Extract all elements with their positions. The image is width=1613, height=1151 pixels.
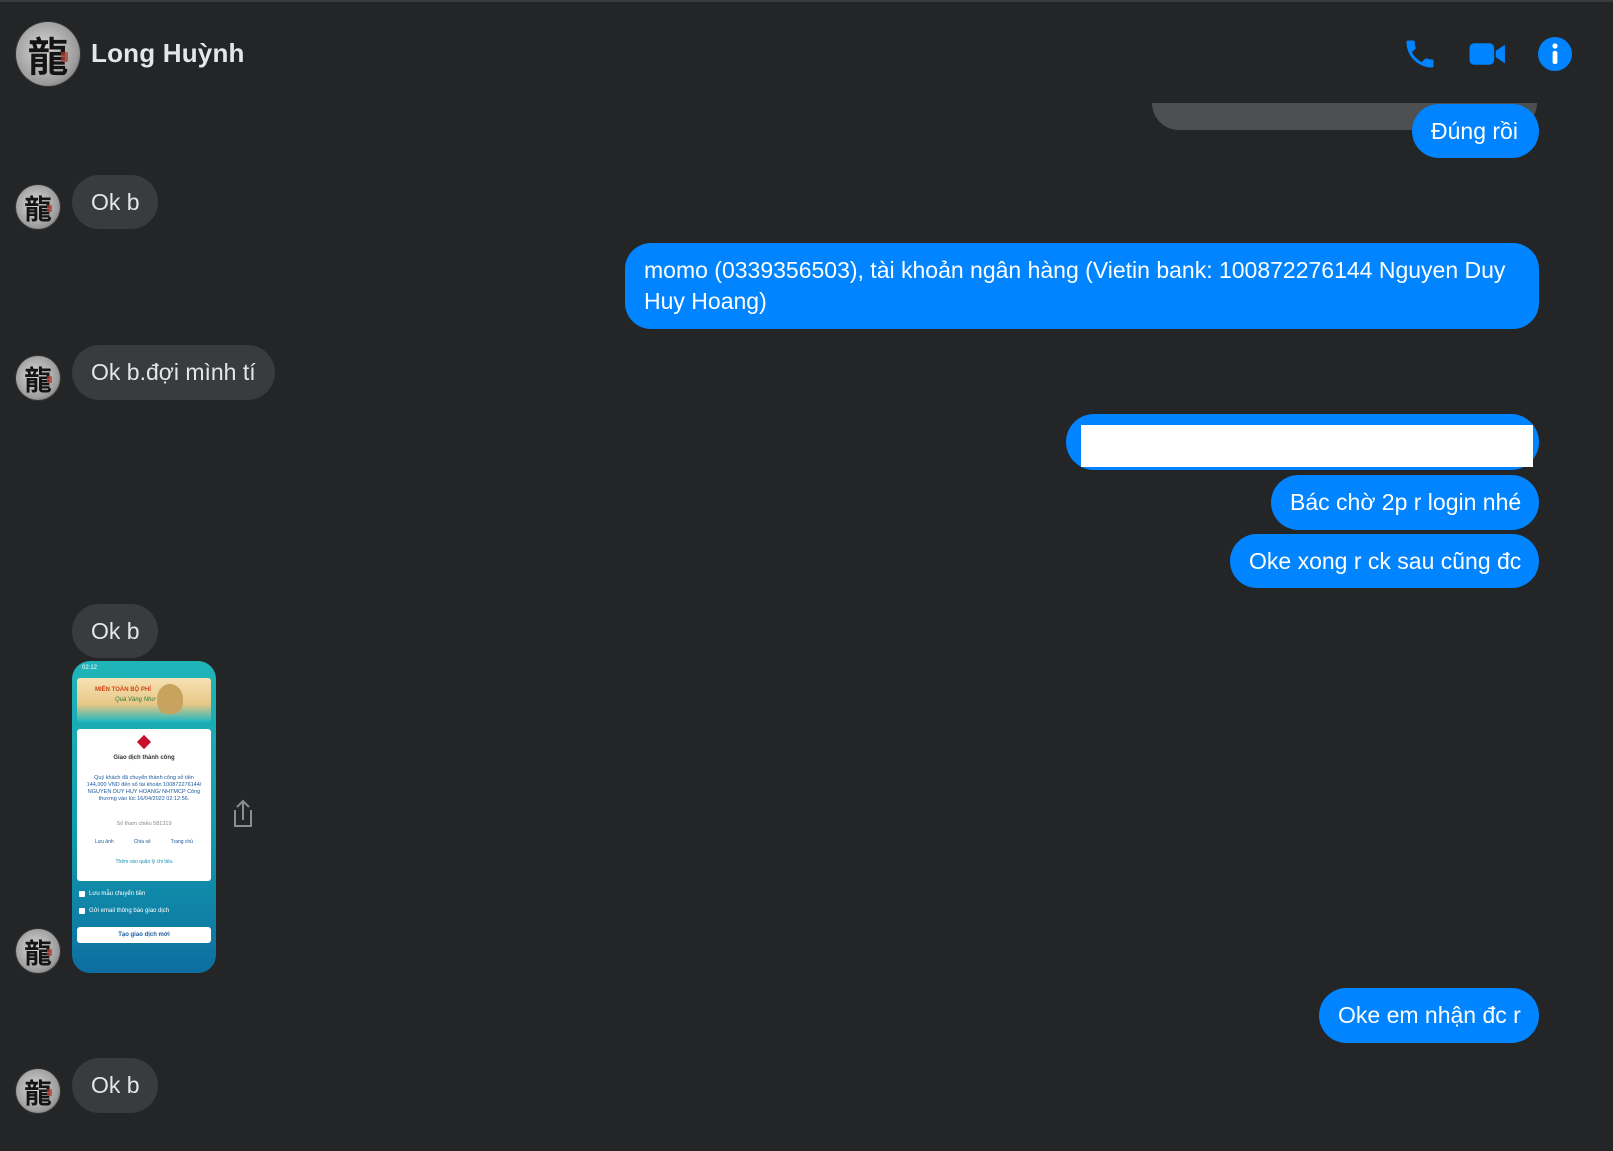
message-bubble-outgoing[interactable]: momo (0339356503), tài khoản ngân hàng (… [625,243,1539,329]
chat-header: 龍 Long Huỳnh [0,2,1613,102]
checkbox-icon [79,908,85,914]
contact-avatar-small[interactable]: 龍 [16,929,60,973]
message-bubble-incoming[interactable]: Ok b [72,175,158,229]
phone-icon[interactable] [1400,34,1440,74]
share-icon[interactable] [230,798,256,830]
redaction-block [1081,425,1533,467]
contact-name[interactable]: Long Huỳnh [91,38,245,69]
piggy-bank-illustration [157,684,183,714]
contact-avatar-small[interactable]: 龍 [16,356,60,400]
contact-avatar-small[interactable]: 龍 [16,1069,60,1113]
message-bubble-outgoing[interactable]: Oke xong r ck sau cũng đc [1230,534,1539,588]
new-transaction-button: Tạo giao dịch mới [77,927,211,943]
message-bubble-incoming[interactable]: Ok b [72,1058,158,1113]
message-line: momo (0339356503), tài khoản ngân hàng (… [644,257,1506,283]
contact-avatar-small[interactable]: 龍 [16,185,60,229]
checkbox-icon [79,891,85,897]
message-bubble-outgoing[interactable]: Oke em nhận đc r [1319,988,1539,1043]
message-bubble-outgoing[interactable]: Bác chờ 2p r login nhé [1271,475,1539,530]
info-icon[interactable] [1535,34,1575,74]
video-camera-icon[interactable] [1468,34,1508,74]
contact-avatar[interactable]: 龍 [16,22,80,86]
phone-status-time: 02:12 [82,665,98,671]
message-bubble-outgoing[interactable]: Đúng rồi [1412,104,1539,158]
receipt-image-attachment[interactable]: 02:12 MIỄN TOÀN BỘ PHÍ Quà Vàng Như Ý Gi… [72,661,216,973]
message-bubble-incoming[interactable]: Ok b.đợi mình tí [72,345,275,400]
transaction-result-card: Giao dịch thành công Quý khách đã chuyển… [77,729,211,881]
message-line: Huy Hoang) [644,288,767,314]
message-bubble-incoming[interactable]: Ok b [72,604,158,658]
bank-logo-icon [136,734,152,750]
promo-banner: MIỄN TOÀN BỘ PHÍ Quà Vàng Như Ý [77,678,211,722]
